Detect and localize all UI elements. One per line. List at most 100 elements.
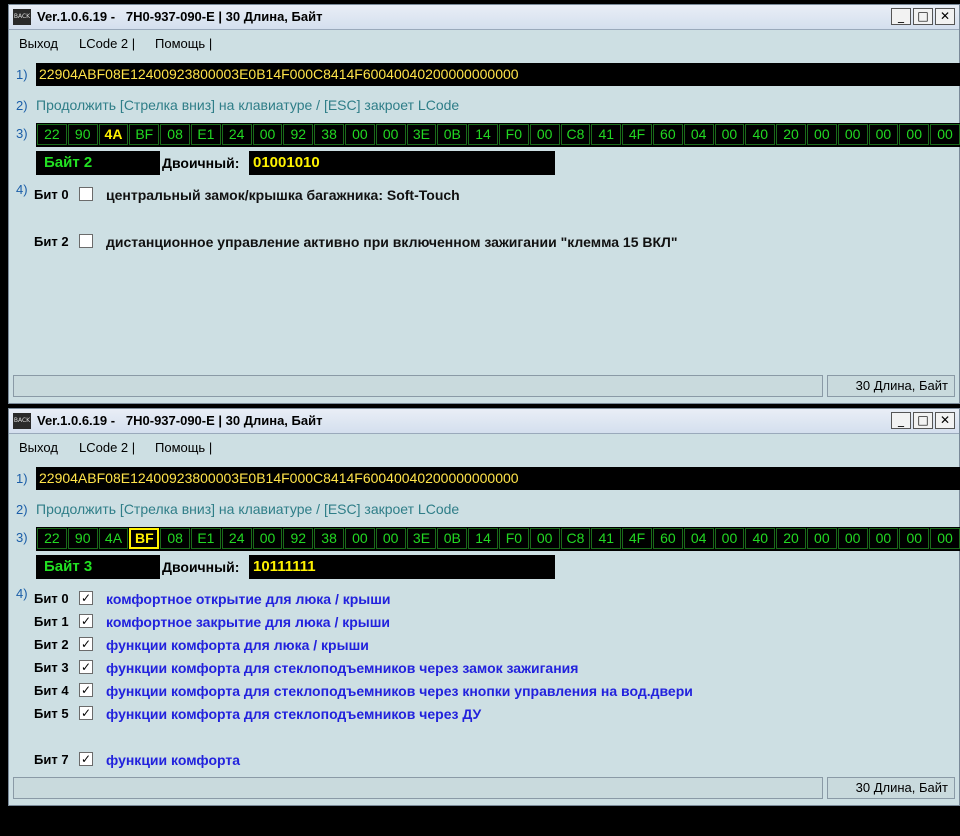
checkbox-unchecked[interactable] bbox=[79, 187, 93, 201]
title-bar[interactable]: BACK Ver.1.0.6.19 - 7H0-937-090-E | 30 Д… bbox=[9, 409, 959, 434]
byte-cell[interactable]: 00 bbox=[529, 124, 560, 145]
byte-cell[interactable]: 24 bbox=[221, 528, 252, 549]
byte-cell[interactable]: 4A bbox=[98, 528, 129, 549]
byte-cell[interactable]: E1 bbox=[191, 528, 221, 549]
byte-cell[interactable]: 22 bbox=[37, 124, 67, 145]
byte-cell[interactable]: 14 bbox=[468, 124, 498, 145]
byte-cell[interactable]: 3E bbox=[406, 528, 437, 549]
byte-cell[interactable]: 40 bbox=[745, 124, 776, 145]
byte-cell[interactable]: 14 bbox=[468, 528, 498, 549]
menu-help[interactable]: Помощь | bbox=[155, 36, 212, 51]
menu-exit[interactable]: Выход bbox=[19, 36, 58, 51]
byte-cell[interactable]: 41 bbox=[591, 528, 622, 549]
bit-name: Бит 3 bbox=[34, 660, 69, 675]
title-bar[interactable]: BACK Ver.1.0.6.19 - 7H0-937-090-E | 30 Д… bbox=[9, 5, 959, 30]
minimize-icon[interactable]: _ bbox=[891, 8, 911, 25]
maximize-icon[interactable]: □ bbox=[913, 412, 933, 429]
byte-cell[interactable]: 08 bbox=[160, 528, 190, 549]
checkbox-checked[interactable]: ✓ bbox=[79, 683, 93, 697]
byte-cell[interactable]: 60 bbox=[652, 124, 683, 145]
menu-lcode2[interactable]: LCode 2 | bbox=[79, 440, 135, 455]
byte-cell[interactable]: 00 bbox=[899, 528, 930, 549]
byte-cell[interactable]: F0 bbox=[498, 124, 529, 145]
byte-cell[interactable]: 04 bbox=[683, 528, 714, 549]
byte-grid: 22 90 4A BF 08 E1 24 00 92 38 00 00 3E 0B 14 F0 00 C8 41 4F… bbox=[36, 527, 960, 551]
menu-exit[interactable]: Выход bbox=[19, 440, 58, 455]
byte-cell[interactable]: 00 bbox=[806, 124, 837, 145]
check-icon: ✓ bbox=[80, 660, 92, 674]
checkbox-checked[interactable]: ✓ bbox=[79, 660, 93, 674]
byte-cell[interactable]: E1 bbox=[190, 124, 221, 145]
bit-name: Бит 1 bbox=[34, 614, 69, 629]
byte-cell[interactable]: C8 bbox=[560, 124, 591, 145]
window-title: Ver.1.0.6.19 - 7H0-937-090-E | 30 Длина,… bbox=[37, 413, 323, 428]
app-icon: BACK bbox=[13, 9, 31, 25]
byte-cell[interactable]: 00 bbox=[714, 124, 745, 145]
byte-cell[interactable]: 00 bbox=[806, 528, 837, 549]
byte-cell[interactable]: 00 bbox=[837, 124, 868, 145]
hex-string-field[interactable]: 22904ABF08E12400923800003E0B14F000C8414F… bbox=[36, 63, 960, 86]
checkbox-checked[interactable]: ✓ bbox=[79, 591, 93, 605]
byte-cell[interactable]: 00 bbox=[375, 528, 406, 549]
bit-description: комфортное открытие для люка / крыши bbox=[106, 591, 391, 607]
byte-cell[interactable]: 00 bbox=[252, 528, 283, 549]
bit-description: дистанционное управление активно при вкл… bbox=[106, 234, 678, 250]
maximize-icon[interactable]: □ bbox=[913, 8, 933, 25]
byte-cell[interactable]: 4F bbox=[622, 124, 652, 145]
hint-text: Продолжить [Стрелка вниз] на клавиатуре … bbox=[36, 501, 460, 517]
checkbox-checked[interactable]: ✓ bbox=[79, 614, 93, 628]
menu-help[interactable]: Помощь | bbox=[155, 440, 212, 455]
close-icon[interactable]: ✕ bbox=[935, 8, 955, 25]
checkbox-unchecked[interactable] bbox=[79, 234, 93, 248]
byte-cell[interactable]: 38 bbox=[314, 124, 344, 145]
byte-cell[interactable]: 4F bbox=[622, 528, 652, 549]
byte-cell[interactable]: 04 bbox=[683, 124, 714, 145]
byte-cell[interactable]: 41 bbox=[591, 124, 622, 145]
byte-cell[interactable]: BF bbox=[129, 528, 160, 549]
byte-cell[interactable]: 08 bbox=[160, 124, 190, 145]
byte-cell[interactable]: 3E bbox=[406, 124, 437, 145]
byte-cell[interactable]: F0 bbox=[498, 528, 529, 549]
byte-cell[interactable]: 20 bbox=[776, 124, 806, 145]
checkbox-checked[interactable]: ✓ bbox=[79, 637, 93, 651]
byte-cell[interactable]: 38 bbox=[314, 528, 344, 549]
bit-name: Бит 0 bbox=[34, 591, 69, 606]
byte-cell[interactable]: 22 bbox=[37, 528, 67, 549]
byte-cell[interactable]: 0B bbox=[437, 124, 468, 145]
menu-lcode2[interactable]: LCode 2 | bbox=[79, 36, 135, 51]
byte-cell[interactable]: 00 bbox=[930, 528, 960, 549]
byte-cell[interactable]: 4A bbox=[98, 124, 129, 145]
byte-cell[interactable]: 00 bbox=[714, 528, 745, 549]
bit-name: Бит 5 bbox=[34, 706, 69, 721]
byte-cell[interactable]: 00 bbox=[252, 124, 283, 145]
bit-description: функции комфорта для люка / крыши bbox=[106, 637, 369, 653]
byte-cell[interactable]: 00 bbox=[344, 124, 375, 145]
byte-cell[interactable]: 0B bbox=[437, 528, 468, 549]
checkbox-checked[interactable]: ✓ bbox=[79, 752, 93, 766]
bit-name: Бит 2 bbox=[34, 637, 69, 652]
byte-cell[interactable]: 90 bbox=[67, 528, 98, 549]
byte-cell[interactable]: 90 bbox=[67, 124, 98, 145]
byte-cell[interactable]: 92 bbox=[283, 124, 314, 145]
byte-cell[interactable]: 00 bbox=[529, 528, 560, 549]
byte-cell[interactable]: C8 bbox=[560, 528, 591, 549]
check-icon: ✓ bbox=[80, 614, 92, 628]
byte-cell[interactable]: 60 bbox=[652, 528, 683, 549]
byte-cell[interactable]: 00 bbox=[868, 124, 899, 145]
minimize-icon[interactable]: _ bbox=[891, 412, 911, 429]
byte-cell[interactable]: 00 bbox=[344, 528, 375, 549]
byte-cell[interactable]: 24 bbox=[221, 124, 252, 145]
byte-cell[interactable]: BF bbox=[129, 124, 160, 145]
byte-cell[interactable]: 00 bbox=[837, 528, 868, 549]
bit-name: Бит 4 bbox=[34, 683, 69, 698]
byte-cell[interactable]: 20 bbox=[776, 528, 806, 549]
byte-cell[interactable]: 00 bbox=[930, 124, 960, 145]
hex-string-field[interactable]: 22904ABF08E12400923800003E0B14F000C8414F… bbox=[36, 467, 960, 490]
byte-cell[interactable]: 92 bbox=[283, 528, 314, 549]
byte-cell[interactable]: 40 bbox=[745, 528, 776, 549]
byte-cell[interactable]: 00 bbox=[375, 124, 406, 145]
checkbox-checked[interactable]: ✓ bbox=[79, 706, 93, 720]
byte-cell[interactable]: 00 bbox=[868, 528, 899, 549]
byte-cell[interactable]: 00 bbox=[899, 124, 930, 145]
close-icon[interactable]: ✕ bbox=[935, 412, 955, 429]
